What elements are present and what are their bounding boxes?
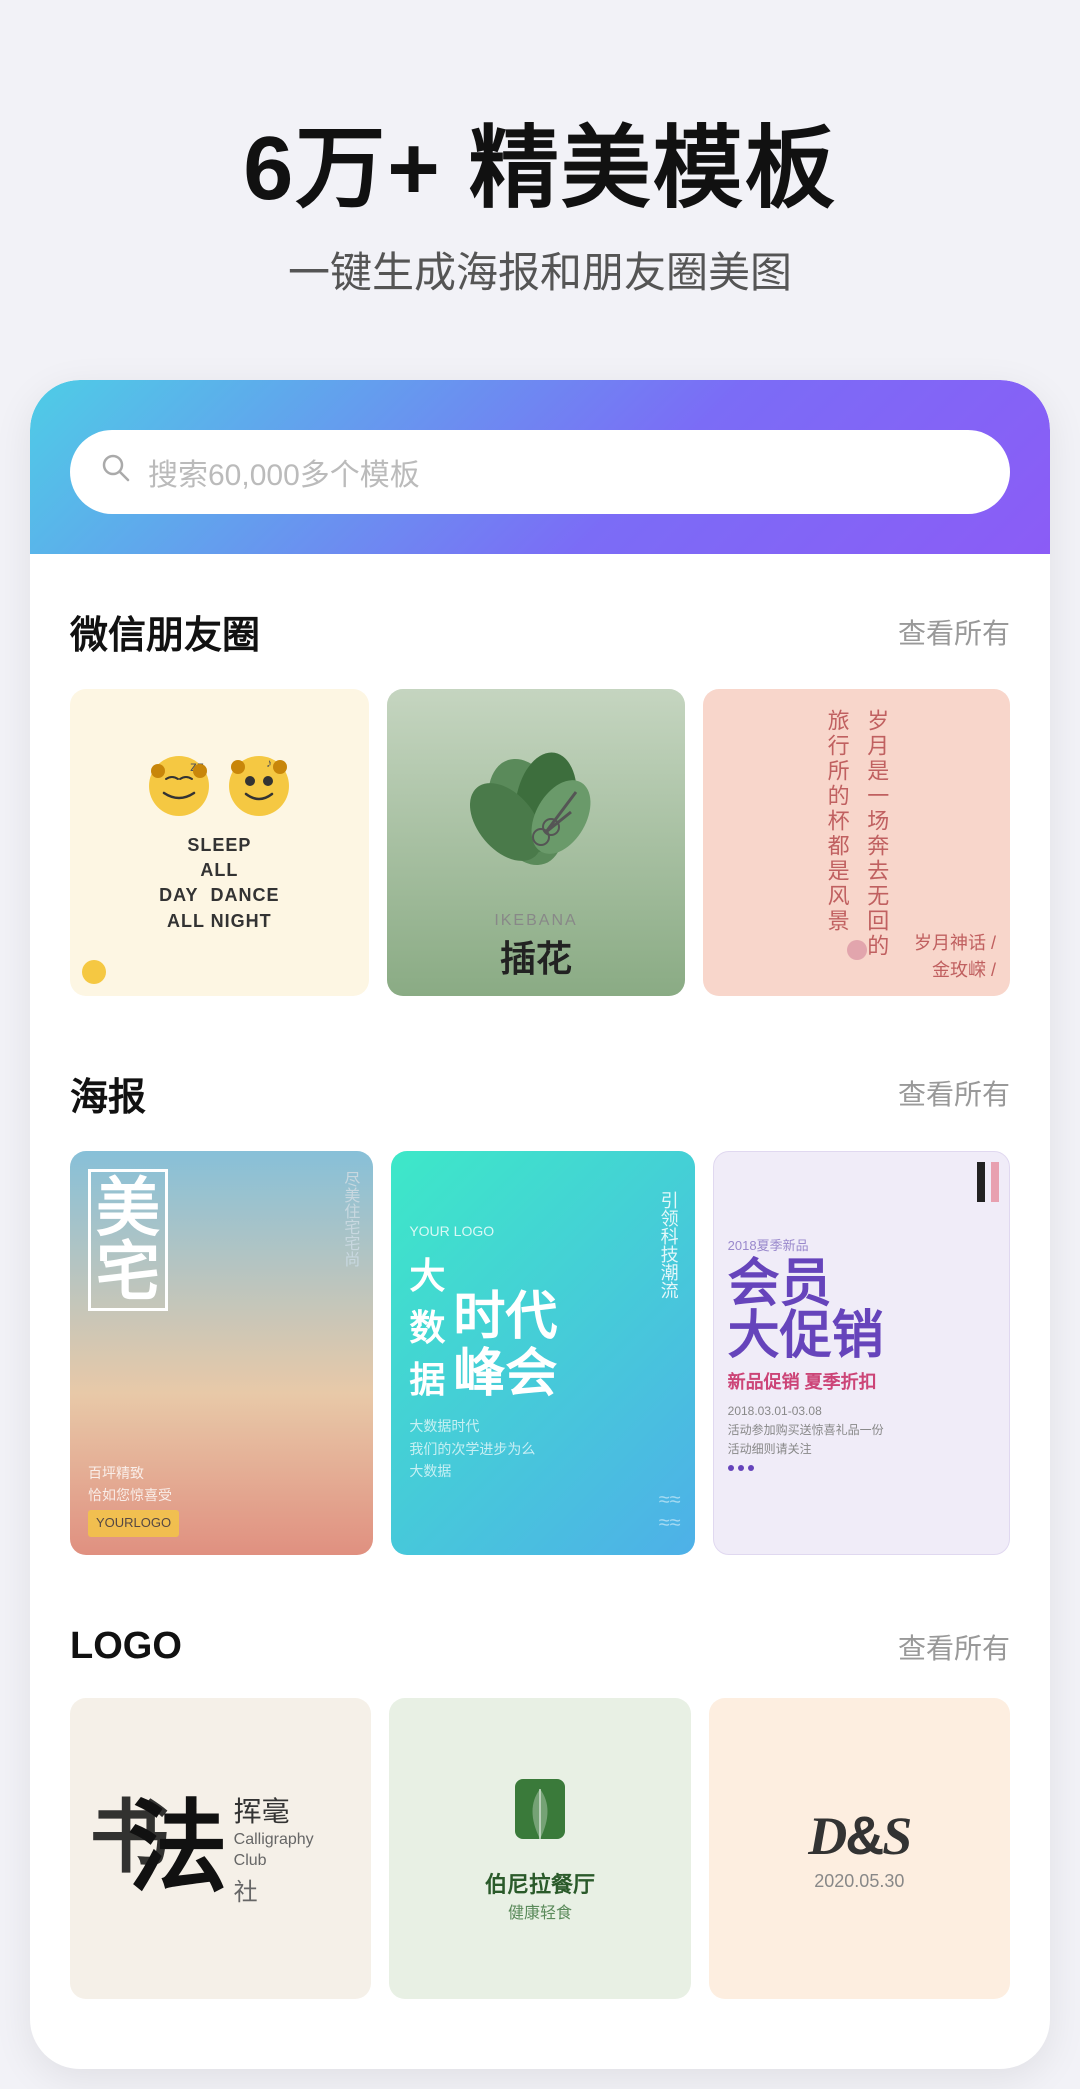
wechat-title: 微信朋友圈 [70,604,260,659]
poster-card-3[interactable]: 2018夏季新品 会员大促销 新品促销 夏季折扣 2018.03.01-03.0… [713,1151,1010,1555]
wc1-badge [82,960,106,984]
logo2-content: 伯尼拉餐厅 健康轻食 [485,1774,595,1923]
wechat-section: 微信朋友圈 查看所有 zz [30,554,1050,1016]
logo-card-3[interactable]: D&S 2020.05.30 [709,1698,1010,1999]
deco-dot-2 [738,1465,744,1471]
logo1-calligraphy-en: CalligraphyClub [234,1830,314,1872]
poster3-main-title: 会员大促销 [728,1258,995,1362]
logo3-content: D&S 2020.05.30 [808,1805,910,1892]
search-bar[interactable]: 搜索60,000多个模板 [70,430,1010,514]
logo-section-title: LOGO [70,1625,182,1668]
deco-bar-1 [977,1162,985,1202]
svg-text:♪: ♪ [266,756,272,770]
poster3-deco-bars [977,1162,999,1202]
logo-template-grid: 法 书 挥毫 CalligraphyClub 社 [70,1698,1010,1999]
wc3-dot [847,940,867,960]
poster2-main-title: 时代峰会 [453,1289,557,1403]
deco-bar-2 [991,1162,999,1202]
poster3-label: 2018夏季新品 [728,1235,995,1254]
wc2-cn-title: 插花 [494,930,577,982]
logo1-huihao: 挥毫 [234,1790,314,1830]
poster-section-header: 海报 查看所有 [70,1066,1010,1121]
poster-title: 海报 [70,1066,146,1121]
hero-section: 6万+ 精美模板 一键生成海报和朋友圈美图 [0,0,1080,360]
poster3-deco-dots [728,1465,995,1471]
logo1-she-char: 社 [234,1872,314,1907]
wechat-card-3[interactable]: 岁月是一场奔去无回的旅行所的杯都是风景 岁月神话 /金玫嵘 / [703,689,1010,996]
logo3-ds-title: D&S [808,1805,910,1867]
dancing-face-icon: ♪ [224,751,294,821]
leaf-icon [485,1774,595,1859]
wechat-card-1[interactable]: zz ♪ [70,689,369,996]
wc1-emoji-row: zz ♪ [144,751,294,821]
poster1-logo: YOURLOGO [88,1510,179,1537]
card-header: 搜索60,000多个模板 [30,380,1050,554]
wc3-poem-text: 岁月是一场奔去无回的旅行所的杯都是风景 [817,709,896,976]
wc2-text-wrap: IKEBANA 插花 [494,912,577,982]
poster-section: 海报 查看所有 美宅 尽美住宅宅尚 百坪精致恰如您惊喜受 YOURLOGO YO… [30,1016,1050,1575]
poster2-bottom-text: 大数据时代 我们的次学进步为么 大数据 [409,1415,676,1482]
poster1-bottom-text: 百坪精致恰如您惊喜受 YOURLOGO [88,1462,355,1538]
wechat-card-2[interactable]: IKEBANA 插花 [387,689,686,996]
poster1-main-title: 美宅 [88,1169,168,1311]
logo-card-2[interactable]: 伯尼拉餐厅 健康轻食 [389,1698,690,1999]
poster-template-grid: 美宅 尽美住宅宅尚 百坪精致恰如您惊喜受 YOURLOGO YOUR LOGO … [70,1151,1010,1555]
logo-section: LOGO 查看所有 法 书 挥毫 CalligraphyClub 社 [30,1575,1050,2019]
poster2-logo: YOUR LOGO [409,1223,676,1239]
poster3-sub-text: 新品促销 夏季折扣 [728,1368,995,1394]
wc1-text: SLEEPALLDAY DANCEALL NIGHT [159,833,279,934]
poster1-side-text: 尽美住宅宅尚 [339,1171,360,1267]
deco-dot-1 [728,1465,734,1471]
poster-card-1[interactable]: 美宅 尽美住宅宅尚 百坪精致恰如您惊喜受 YOURLOGO [70,1151,373,1555]
hero-title: 6万+ 精美模板 [60,120,1020,219]
wc3-author: 岁月神话 /金玫嵘 / [914,930,996,984]
poster-more[interactable]: 查看所有 [898,1073,1010,1113]
poster2-right: 引领科技潮流 [655,1191,680,1299]
search-icon [100,452,132,492]
logo-card-1[interactable]: 法 书 挥毫 CalligraphyClub 社 [70,1698,371,1999]
poster-card-2[interactable]: YOUR LOGO 大 数 据 时代峰会 引领科技潮流 大数据时代 我们的次学进… [391,1151,694,1555]
wechat-section-header: 微信朋友圈 查看所有 [70,604,1010,659]
logo2-restaurant-name: 伯尼拉餐厅 [485,1867,595,1899]
logo3-date: 2020.05.30 [808,1871,910,1892]
logo1-shu-char: 书 [90,1799,170,1879]
app-card: 搜索60,000多个模板 微信朋友圈 查看所有 zz [30,380,1050,2069]
deco-dot-3 [748,1465,754,1471]
poster2-waves-icon: ≈≈≈≈ [659,1489,681,1535]
sleeping-face-icon: zz [144,751,214,821]
logo-section-header: LOGO 查看所有 [70,1625,1010,1668]
wechat-template-grid: zz ♪ [70,689,1010,996]
logo1-right-text: 挥毫 CalligraphyClub 社 [234,1790,314,1907]
poster3-body-text: 2018.03.01-03.08 活动参加购买送惊喜礼品一份 活动细则请关注 [728,1402,995,1460]
logo-more[interactable]: 查看所有 [898,1627,1010,1667]
search-placeholder: 搜索60,000多个模板 [148,450,420,494]
hero-subtitle: 一键生成海报和朋友圈美图 [60,239,1020,300]
wc2-en-title: IKEBANA [494,912,577,930]
logo1-content: 法 书 挥毫 CalligraphyClub 社 [128,1790,314,1907]
wechat-more[interactable]: 查看所有 [898,612,1010,652]
